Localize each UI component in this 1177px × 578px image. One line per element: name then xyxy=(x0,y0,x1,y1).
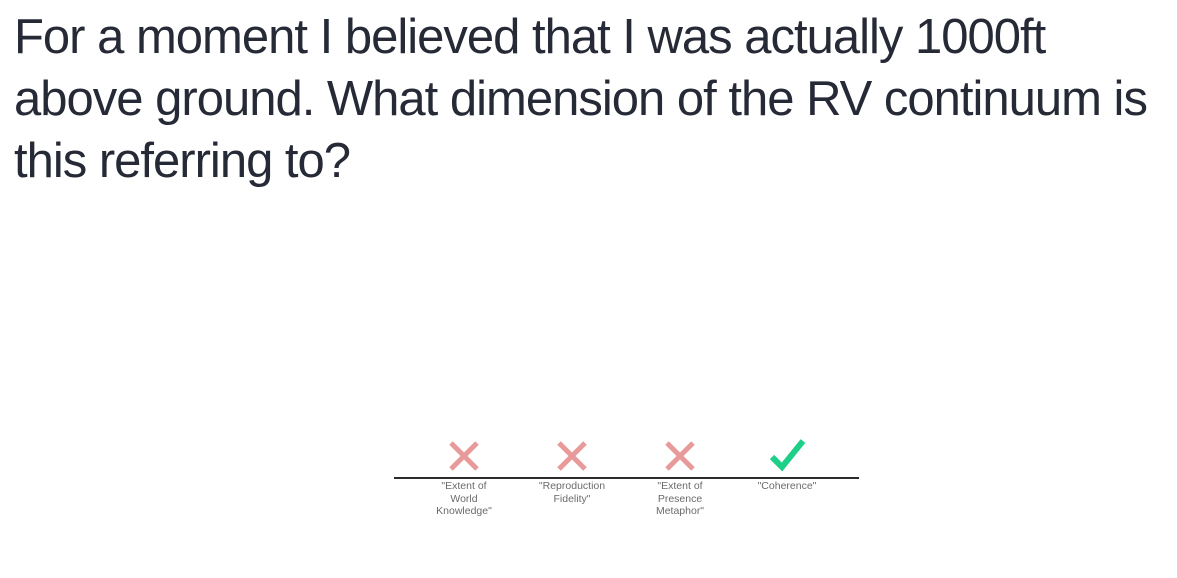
option-label: "Reproduction Fidelity" xyxy=(538,480,606,505)
cross-icon xyxy=(557,441,587,471)
option-extent-of-world-knowledge: "Extent of World Knowledge" xyxy=(414,436,514,518)
cross-icon xyxy=(665,441,695,471)
check-icon xyxy=(769,439,806,472)
cross-icon xyxy=(449,441,479,471)
answer-scale: "Extent of World Knowledge" "Reproductio… xyxy=(394,436,859,526)
option-label: "Extent of Presence Metaphor" xyxy=(655,480,705,517)
option-extent-of-presence-metaphor: "Extent of Presence Metaphor" xyxy=(630,436,730,518)
option-reproduction-fidelity: "Reproduction Fidelity" xyxy=(522,436,622,505)
option-label: "Coherence" xyxy=(757,480,817,492)
option-label: "Extent of World Knowledge" xyxy=(436,480,492,517)
quiz-slide: For a moment I believed that I was actua… xyxy=(0,0,1177,578)
option-coherence: "Coherence" xyxy=(737,436,837,493)
question-text: For a moment I believed that I was actua… xyxy=(14,10,1148,188)
